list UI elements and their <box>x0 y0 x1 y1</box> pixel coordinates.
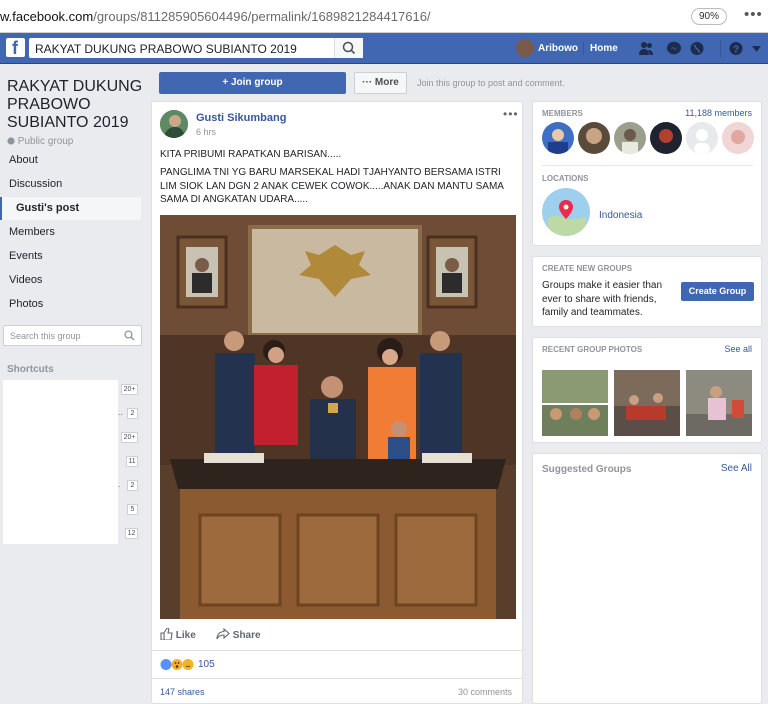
facebook-logo-icon[interactable]: f <box>6 38 25 58</box>
members-heading: MEMBERS <box>542 109 583 118</box>
group-photo-thumb[interactable] <box>614 370 680 436</box>
left-nav-discussion[interactable]: Discussion <box>0 173 141 196</box>
member-avatar[interactable] <box>722 122 754 154</box>
suggested-groups-heading: Suggested Groups <box>542 464 632 475</box>
left-nav-photos[interactable]: Photos <box>0 293 141 316</box>
help-icon[interactable]: ? <box>728 41 744 56</box>
group-title[interactable]: RAKYAT DUKUNG PRABOWO SUBIANTO 2019 <box>7 78 147 132</box>
share-arrow-icon <box>216 627 230 640</box>
join-hint-text: Join this group to post and comment. <box>417 78 565 88</box>
divider <box>152 678 522 679</box>
create-group-button[interactable]: Create Group <box>681 282 754 301</box>
nav-divider <box>583 42 584 55</box>
user-avatar[interactable] <box>516 39 534 57</box>
thumbs-up-icon <box>160 627 173 641</box>
browser-menu-icon[interactable]: ••• <box>744 6 763 23</box>
family-portrait-image <box>160 215 516 619</box>
shortcut-ellipsis: .. <box>118 408 123 417</box>
nav-divider <box>720 40 721 57</box>
globe-icon <box>7 137 15 145</box>
home-link[interactable]: Home <box>590 43 618 54</box>
shortcut-count-badge: 2 <box>127 480 138 491</box>
join-group-button[interactable]: + Join group <box>159 72 346 94</box>
url-path: /groups/811285905604496/permalink/168982… <box>93 9 431 24</box>
profile-link[interactable]: Aribowo <box>538 43 578 54</box>
post-text-paragraph: PANGLIMA TNI YG BARU MARSEKAL HADI TJAHY… <box>160 167 504 205</box>
search-icon <box>124 330 135 341</box>
share-label: Share <box>232 630 261 641</box>
post-photo[interactable] <box>160 215 516 619</box>
recent-photos-box: RECENT GROUP PHOTOS See all <box>532 337 762 443</box>
poster-name-link[interactable]: Gusti Sikumbang <box>196 112 286 124</box>
create-groups-heading: CREATE NEW GROUPS <box>542 264 633 273</box>
member-avatar[interactable] <box>578 122 610 154</box>
member-avatar[interactable] <box>650 122 682 154</box>
post-options-icon[interactable]: ••• <box>503 107 519 121</box>
divider <box>152 650 522 651</box>
shortcut-count-badge: 11 <box>126 456 138 467</box>
shortcuts-heading: Shortcuts <box>7 364 54 375</box>
member-avatar[interactable] <box>614 122 646 154</box>
shortcut-count-badge: 20+ <box>121 384 138 395</box>
notifications-globe-icon[interactable] <box>689 41 705 56</box>
left-nav-members[interactable]: Members <box>0 221 141 244</box>
facebook-search-input[interactable]: RAKYAT DUKUNG PRABOWO SUBIANTO 2019 <box>29 38 363 58</box>
group-privacy-label: Public group <box>17 136 74 147</box>
poster-avatar[interactable] <box>160 110 188 138</box>
shortcut-count-badge: 12 <box>125 528 138 539</box>
share-button[interactable]: Share <box>216 627 261 641</box>
shares-count-link[interactable]: 147 shares <box>160 687 205 697</box>
search-value: RAKYAT DUKUNG PRABOWO SUBIANTO 2019 <box>35 42 297 56</box>
members-count-link[interactable]: 11,188 members <box>685 108 752 118</box>
post-text-line: KITA PRIBUMI RAPATKAN BARISAN..... <box>160 149 342 160</box>
shortcut-count-badge: 2 <box>127 408 138 419</box>
photos-see-all-link[interactable]: See all <box>724 344 752 354</box>
member-avatar[interactable] <box>686 122 718 154</box>
suggested-groups-box: Suggested Groups See All <box>532 453 762 704</box>
post-timestamp[interactable]: 6 hrs <box>196 127 216 137</box>
create-groups-text: Groups make it easier than ever to share… <box>542 280 663 318</box>
shortcuts-list <box>3 380 118 544</box>
recent-photos-heading: RECENT GROUP PHOTOS <box>542 345 643 354</box>
shortcut-count-badge: 20+ <box>121 432 138 443</box>
left-nav-videos[interactable]: Videos <box>0 269 141 292</box>
group-privacy: Public group <box>7 136 73 147</box>
facebook-top-bar: f RAKYAT DUKUNG PRABOWO SUBIANTO 2019 Ar… <box>0 33 768 64</box>
search-icon <box>342 41 356 55</box>
like-wow-sad-reaction-icon <box>160 659 194 670</box>
zoom-level[interactable]: 90% <box>691 8 727 25</box>
locations-heading: LOCATIONS <box>542 174 589 183</box>
shortcut-count-badge: 5 <box>127 504 138 515</box>
divider <box>542 165 753 166</box>
account-menu-chevron-down-icon[interactable] <box>752 46 761 52</box>
url-host: w.facebook.com <box>0 9 94 24</box>
search-button[interactable] <box>334 38 363 58</box>
like-label: Like <box>175 630 196 641</box>
shortcut-ellipsis: . <box>118 480 121 489</box>
left-nav-events[interactable]: Events <box>0 245 141 268</box>
group-photo-thumb[interactable] <box>542 370 608 436</box>
group-search-input[interactable]: Search this group <box>3 325 142 346</box>
suggested-see-all-link[interactable]: See All <box>721 463 752 474</box>
more-button[interactable]: ··· More <box>354 72 407 94</box>
group-photo-thumb[interactable] <box>686 370 752 436</box>
reaction-icons[interactable] <box>160 658 196 671</box>
left-nav-about[interactable]: About <box>0 149 141 172</box>
address-url[interactable]: w.facebook.com/groups/811285905604496/pe… <box>0 9 431 24</box>
group-search-placeholder: Search this group <box>10 331 81 341</box>
messenger-icon[interactable] <box>666 41 682 56</box>
member-avatar[interactable] <box>542 122 574 154</box>
like-button[interactable]: Like <box>160 627 196 641</box>
browser-address-bar: w.facebook.com/groups/811285905604496/pe… <box>0 0 768 33</box>
members-box: MEMBERS 11,188 members LOCATIONS Indones… <box>532 101 762 246</box>
svg-text:?: ? <box>733 45 739 56</box>
create-groups-box: CREATE NEW GROUPS Groups make it easier … <box>532 256 762 327</box>
reaction-count[interactable]: 105 <box>198 659 215 670</box>
friend-requests-icon[interactable] <box>638 41 654 56</box>
left-nav-current-post[interactable]: Gusti's post <box>0 197 141 220</box>
location-link[interactable]: Indonesia <box>599 210 642 221</box>
comments-count-link[interactable]: 30 comments <box>458 687 512 697</box>
post-card: Gusti Sikumbang 6 hrs ••• KITA PRIBUMI R… <box>151 101 523 704</box>
location-map-icon[interactable] <box>542 188 590 236</box>
